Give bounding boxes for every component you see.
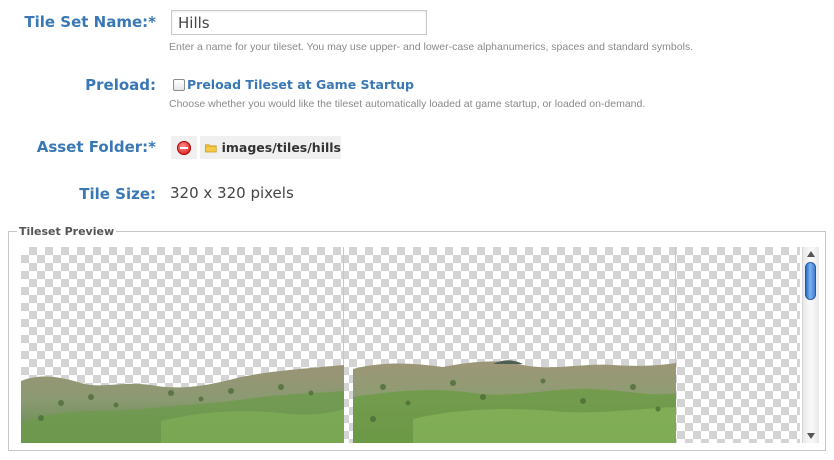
preload-checkbox-label[interactable]: Preload Tileset at Game Startup <box>187 77 414 92</box>
preload-label: Preload: <box>85 76 156 94</box>
tileset-name-hint: Enter a name for your tileset. You may u… <box>169 41 694 53</box>
tileset-name-label: Tile Set Name:* <box>24 13 156 31</box>
remove-folder-button[interactable] <box>171 136 197 159</box>
preview-scrollbar[interactable] <box>802 247 819 443</box>
scroll-down-icon[interactable] <box>807 433 815 439</box>
preload-hint: Choose whether you would like the tilese… <box>169 98 646 110</box>
asset-folder-path: images/tiles/hills <box>221 140 341 155</box>
hills-landscape-image <box>353 360 676 443</box>
asset-folder-chip[interactable]: images/tiles/hills <box>200 136 341 159</box>
tileset-name-input[interactable] <box>171 10 427 35</box>
preload-checkbox[interactable] <box>173 79 185 91</box>
folder-icon <box>205 143 217 152</box>
scroll-thumb[interactable] <box>805 262 816 300</box>
hills-tile-2[interactable] <box>353 247 676 443</box>
remove-icon <box>177 140 191 155</box>
hills-landscape-image <box>21 365 344 443</box>
tile-size-label: Tile Size: <box>79 185 156 203</box>
tile-size-value: 320 x 320 pixels <box>170 184 294 202</box>
asset-folder-label: Asset Folder:* <box>36 138 156 156</box>
scroll-up-icon[interactable] <box>807 251 815 257</box>
tileset-preview-legend: Tileset Preview <box>19 225 115 238</box>
hills-tile-1[interactable] <box>21 247 344 443</box>
tileset-preview-area <box>21 247 800 443</box>
